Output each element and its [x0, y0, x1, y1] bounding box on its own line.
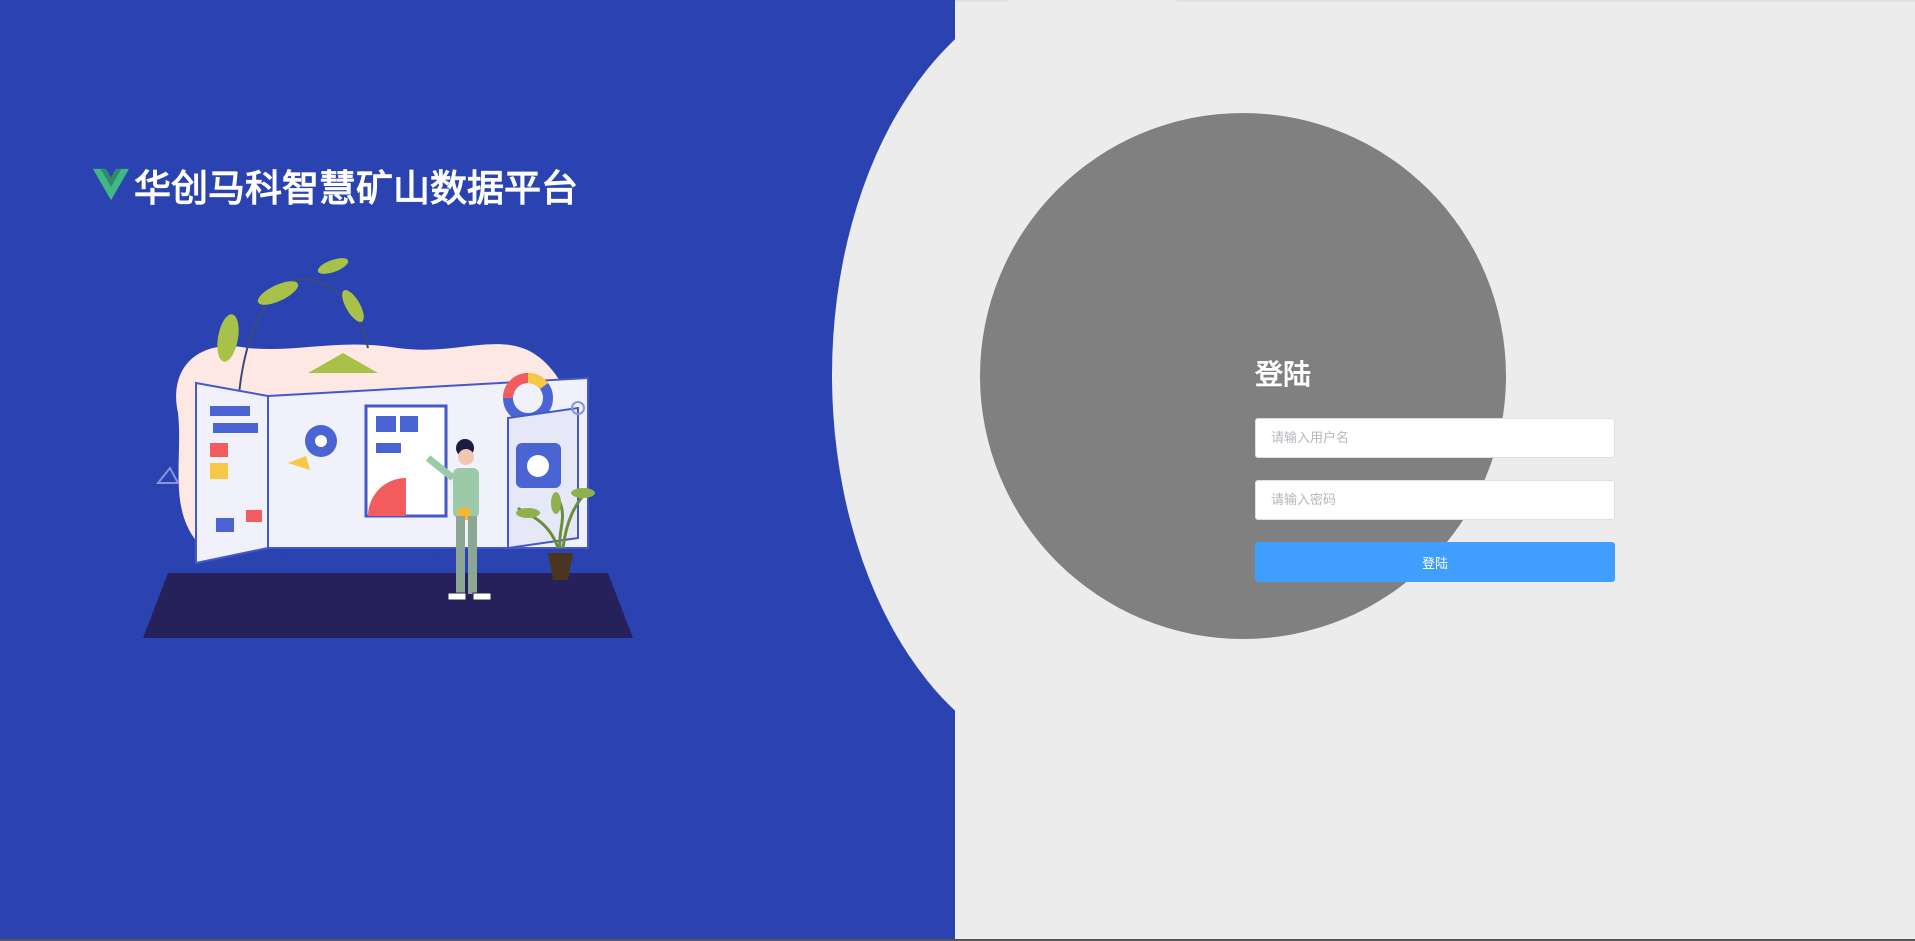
vue-logo-icon	[92, 168, 130, 201]
password-input[interactable]	[1255, 480, 1615, 520]
login-page: 华创马科智慧矿山数据平台 登陆 请输入用户名 登陆	[0, 0, 1915, 941]
left-brand-panel: 华创马科智慧矿山数据平台	[0, 0, 955, 941]
dashboard-presenter-illustration	[143, 258, 633, 638]
login-heading: 登陆	[1255, 358, 1312, 391]
app-title: 华创马科智慧矿山数据平台	[134, 167, 578, 210]
login-form: 登陆 登陆	[1255, 355, 1615, 582]
username-input[interactable]	[1255, 418, 1615, 458]
login-button[interactable]: 登陆	[1255, 542, 1615, 582]
brand-header: 华创马科智慧矿山数据平台	[92, 158, 578, 212]
